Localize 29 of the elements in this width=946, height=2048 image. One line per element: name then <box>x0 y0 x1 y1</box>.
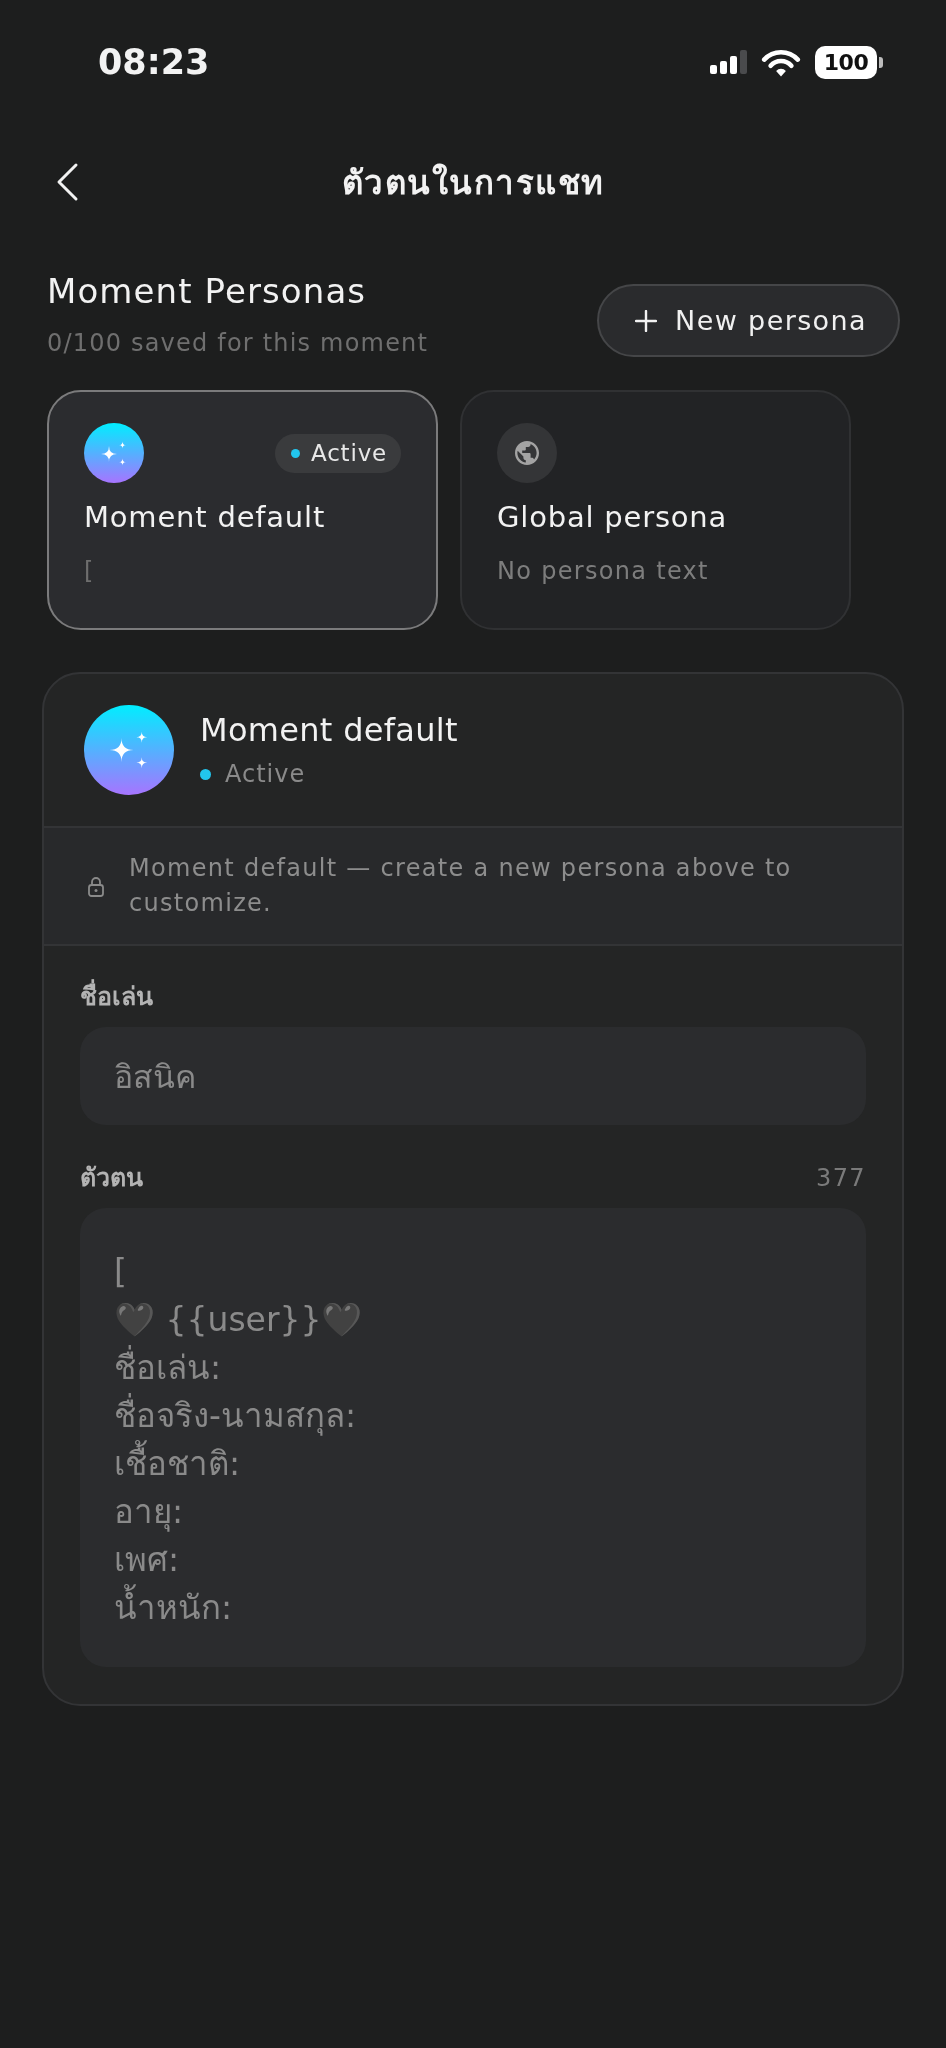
section-title: Moment Personas <box>47 271 368 311</box>
wifi-icon <box>761 47 801 77</box>
back-chevron-icon[interactable] <box>55 162 79 202</box>
signal-icon <box>710 50 747 74</box>
sparkle-avatar-icon <box>84 423 144 483</box>
status-label: Active <box>225 759 306 789</box>
status-dot-icon <box>291 448 301 458</box>
persona-preview: No persona text <box>497 556 710 586</box>
persona-card[interactable]: Global persona No persona text <box>460 390 851 630</box>
persona-preview: [ <box>84 556 96 586</box>
battery-percent: 100 <box>815 45 877 79</box>
status-dot-icon <box>200 768 211 780</box>
status-time: 08:23 <box>98 42 210 82</box>
persona-card[interactable]: Active Moment default [ <box>47 390 438 630</box>
sparkle-avatar-icon <box>84 705 174 795</box>
globe-icon <box>497 423 557 483</box>
field-label: ตัวตน <box>80 1163 143 1193</box>
character-count: 377 <box>816 1163 866 1193</box>
persona-name: Moment default <box>84 500 327 534</box>
persona-name: Moment default <box>200 711 458 749</box>
notice-text: Moment default — create a new persona above to customize. <box>129 853 793 919</box>
nickname-input-field[interactable]: อิสนิค <box>80 1027 866 1125</box>
persona-name: Global persona <box>497 500 729 534</box>
new-persona-button[interactable]: New persona <box>597 284 900 357</box>
page-title: ตัวตนในการแชท <box>341 161 605 204</box>
persona-text-field[interactable]: [ 🖤 {{user}}🖤 ชื่อเล่น: ชื่อจริง-นามสกุล: เชื้อชาติ: อายุ: เพศ: น้ำหนัก: <box>80 1208 866 1667</box>
section-subtitle: 0/100 saved for this moment <box>47 329 429 357</box>
plus-icon <box>635 309 658 332</box>
status-label: Active <box>311 440 387 466</box>
